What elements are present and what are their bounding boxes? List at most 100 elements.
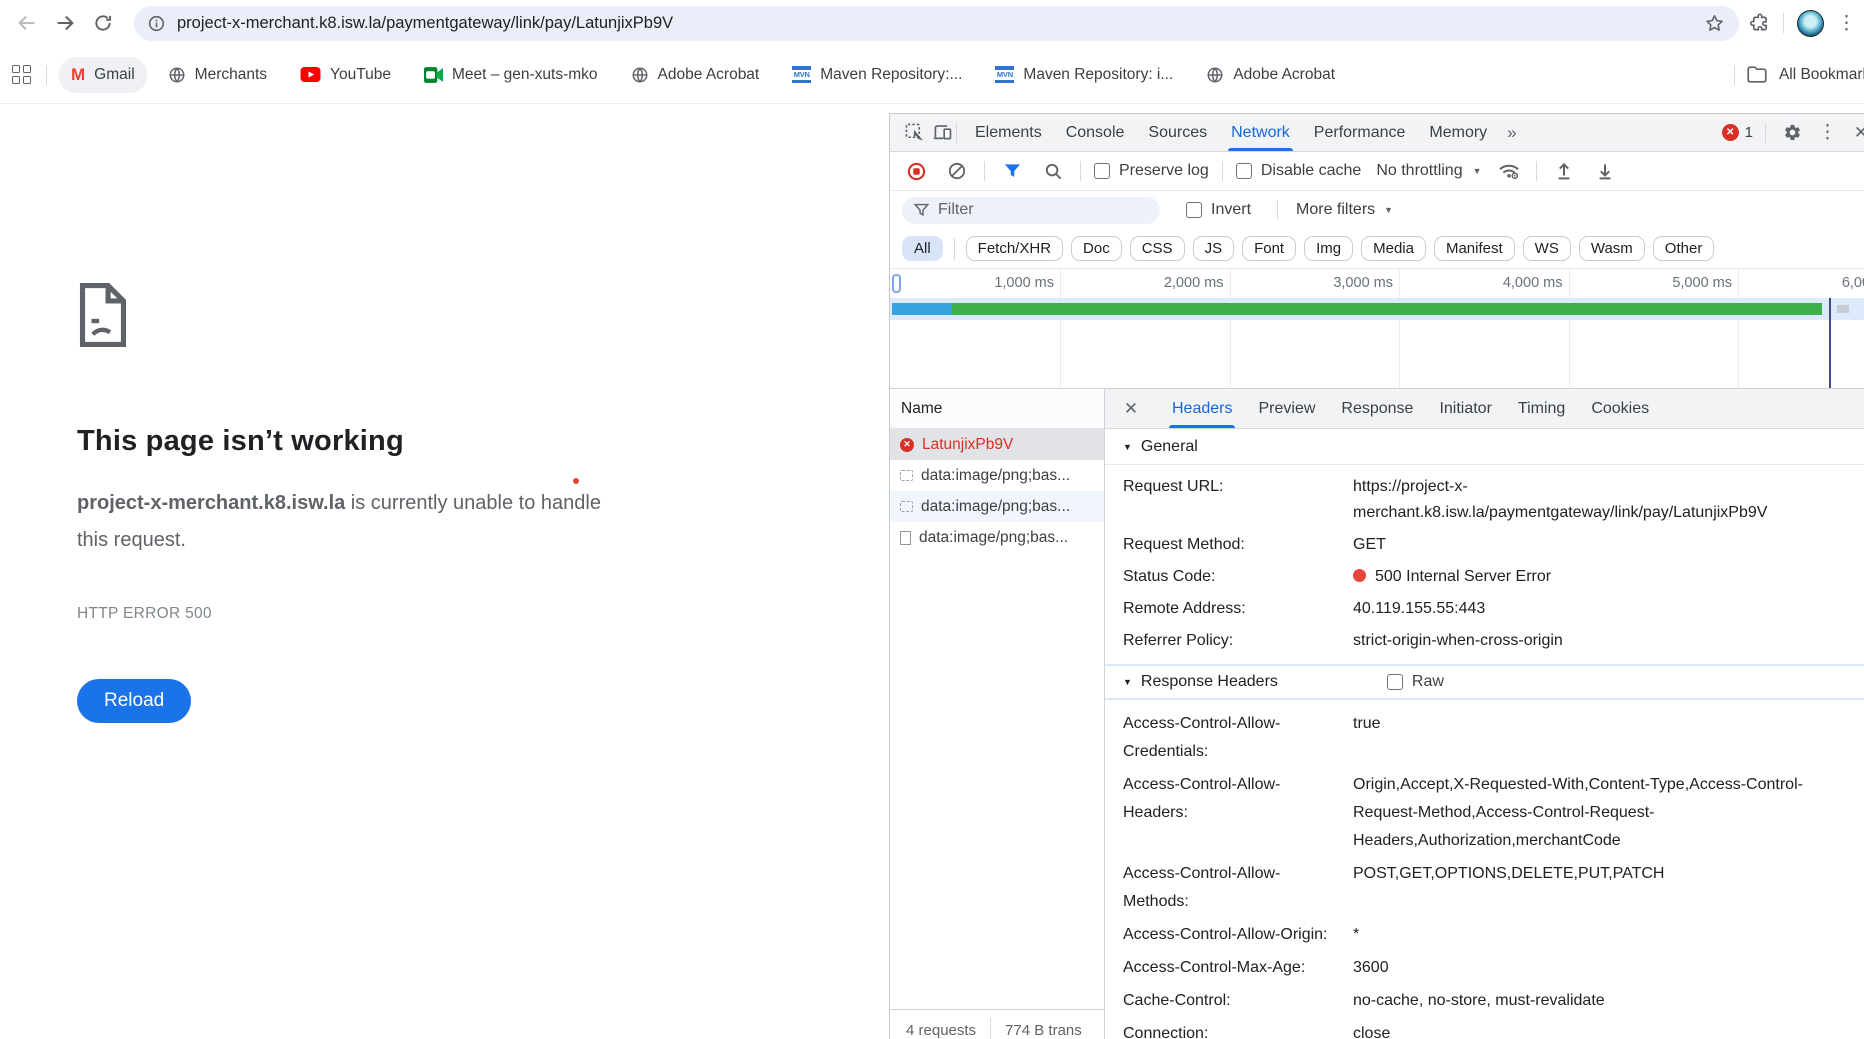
chip-wasm[interactable]: Wasm <box>1579 236 1645 261</box>
detail-tab-timing[interactable]: Timing <box>1505 389 1578 428</box>
record-icon[interactable] <box>902 157 930 185</box>
export-har-icon[interactable] <box>1591 157 1619 185</box>
disable-cache-checkbox[interactable]: Disable cache <box>1236 162 1362 180</box>
tab-memory[interactable]: Memory <box>1417 114 1499 151</box>
reload-button[interactable]: Reload <box>77 679 191 723</box>
preserve-log-checkbox[interactable]: Preserve log <box>1094 162 1209 180</box>
tab-console[interactable]: Console <box>1054 114 1137 151</box>
disable-cache-label: Disable cache <box>1261 162 1362 180</box>
extensions-icon[interactable] <box>1749 13 1770 34</box>
request-name: data:image/png;bas... <box>919 529 1068 547</box>
header-value: no-cache, no-store, must-revalidate <box>1353 987 1850 1015</box>
bookmark-adobe-acrobat[interactable]: Adobe Acrobat <box>1194 57 1347 93</box>
raw-checkbox[interactable]: Raw <box>1387 673 1444 691</box>
triangle-down-icon: ▼ <box>1123 442 1132 452</box>
request-row[interactable]: data:image/png;bas... <box>890 491 1104 522</box>
toolbar-divider-1 <box>984 161 985 181</box>
red-dot <box>573 478 579 484</box>
tab-performance[interactable]: Performance <box>1302 114 1418 151</box>
devtools-close-icon[interactable]: ✕ <box>1849 123 1864 143</box>
tab-network[interactable]: Network <box>1219 114 1302 151</box>
bookmark-star-icon[interactable] <box>1704 13 1725 34</box>
bookmark-meet-gen-xuts-mko[interactable]: Meet – gen-xuts-mko <box>412 57 610 93</box>
error-count-badge[interactable]: ✕ 1 <box>1722 124 1753 141</box>
throttling-dropdown[interactable]: No throttling ▼ <box>1376 162 1481 180</box>
document-icon <box>900 531 911 545</box>
all-bookmarks[interactable]: All Bookmarks <box>1734 46 1864 103</box>
timeline-handle[interactable] <box>892 274 901 293</box>
error-count: 1 <box>1745 124 1753 141</box>
network-conditions-icon[interactable] <box>1495 157 1523 185</box>
chip-js[interactable]: JS <box>1193 236 1235 261</box>
detail-tab-preview[interactable]: Preview <box>1245 389 1328 428</box>
chip-manifest[interactable]: Manifest <box>1434 236 1515 261</box>
filter-input[interactable]: Filter <box>902 197 1160 224</box>
invert-checkbox[interactable]: Invert <box>1186 201 1251 219</box>
detail-tab-response[interactable]: Response <box>1328 389 1426 428</box>
site-info-icon[interactable] <box>148 15 165 32</box>
filter-placeholder: Filter <box>938 201 974 219</box>
detail-tab-cookies[interactable]: Cookies <box>1578 389 1662 428</box>
more-filters-label: More filters <box>1296 201 1375 219</box>
bookmark-merchants[interactable]: Merchants <box>156 57 279 93</box>
error-domain: project-x-merchant.k8.isw.la <box>77 492 345 514</box>
chevron-down-icon: ▼ <box>1384 205 1393 215</box>
response-headers-section-header[interactable]: ▼ Response Headers Raw <box>1105 664 1864 700</box>
bookmark-maven-repository[interactable]: MVNMaven Repository:... <box>780 57 974 93</box>
request-name: LatunjixPb9V <box>922 436 1013 454</box>
import-har-icon[interactable] <box>1550 157 1578 185</box>
clear-icon[interactable] <box>943 157 971 185</box>
forward-icon[interactable] <box>46 4 84 42</box>
reload-icon[interactable] <box>84 4 122 42</box>
bookmarks-bar: MGmailMerchantsYouTube Meet – gen-xuts-mk… <box>0 46 1864 104</box>
response-headers-title: Response Headers <box>1141 673 1278 691</box>
tab-elements[interactable]: Elements <box>963 114 1054 151</box>
chip-other[interactable]: Other <box>1653 236 1715 261</box>
inspect-element-icon[interactable] <box>900 119 928 147</box>
error-title: This page isn’t working <box>77 425 889 458</box>
filter-toggle-icon[interactable] <box>998 157 1026 185</box>
bookmark-gmail[interactable]: MGmail <box>59 57 147 93</box>
chip-media[interactable]: Media <box>1361 236 1426 261</box>
detail-tab-initiator[interactable]: Initiator <box>1426 389 1504 428</box>
devtools-menu-icon[interactable]: ⋮ <box>1818 121 1837 144</box>
more-filters-dropdown[interactable]: More filters ▼ <box>1296 201 1393 219</box>
chip-doc[interactable]: Doc <box>1071 236 1122 261</box>
chip-img[interactable]: Img <box>1304 236 1353 261</box>
bookmark-youtube[interactable]: YouTube <box>288 57 403 93</box>
device-toolbar-icon[interactable] <box>928 119 956 147</box>
detail-tab-headers[interactable]: Headers <box>1159 389 1245 428</box>
request-row[interactable]: ✕LatunjixPb9V <box>890 429 1104 460</box>
chip-all[interactable]: All <box>902 236 943 261</box>
general-section-header[interactable]: ▼ General <box>1105 429 1864 465</box>
timeline-tick-label: 2,000 ms <box>1104 269 1224 298</box>
name-column-header[interactable]: Name <box>890 389 1104 429</box>
profile-avatar[interactable] <box>1797 10 1824 37</box>
chip-css[interactable]: CSS <box>1130 236 1185 261</box>
address-bar[interactable]: project-x-merchant.k8.isw.la/paymentgate… <box>134 6 1739 41</box>
tab-sources[interactable]: Sources <box>1136 114 1219 151</box>
bookmark-adobe-acrobat[interactable]: Adobe Acrobat <box>619 57 772 93</box>
search-icon[interactable] <box>1039 157 1067 185</box>
header-value: Origin,Accept,X-Requested-With,Content-T… <box>1353 771 1850 855</box>
bookmark-label: Meet – gen-xuts-mko <box>452 66 598 84</box>
chip-ws[interactable]: WS <box>1523 236 1571 261</box>
chip-fetch-xhr[interactable]: Fetch/XHR <box>966 236 1063 261</box>
browser-menu-icon[interactable]: ⋮ <box>1837 12 1856 35</box>
bookmark-maven-repository-i[interactable]: MVNMaven Repository: i... <box>983 57 1185 93</box>
detail-tabbar: ✕ HeadersPreviewResponseInitiatorTimingC… <box>1105 389 1864 429</box>
timeline-gridline <box>1738 269 1739 388</box>
checkbox-icon <box>1236 163 1252 179</box>
more-tabs-icon[interactable]: » <box>1499 123 1524 143</box>
back-icon[interactable] <box>8 4 46 42</box>
requests-table: Name ✕LatunjixPb9Vdata:image/png;bas...d… <box>890 389 1105 1039</box>
apps-grid-icon[interactable] <box>12 65 31 84</box>
close-detail-icon[interactable]: ✕ <box>1119 399 1143 419</box>
chip-font[interactable]: Font <box>1242 236 1296 261</box>
settings-gear-icon[interactable] <box>1778 119 1806 147</box>
request-row[interactable]: data:image/png;bas... <box>890 522 1104 553</box>
folder-icon <box>1747 66 1767 83</box>
header-key: Access-Control-Max-Age: <box>1123 954 1353 982</box>
timeline-overview-band[interactable] <box>890 298 1864 320</box>
request-row[interactable]: data:image/png;bas... <box>890 460 1104 491</box>
